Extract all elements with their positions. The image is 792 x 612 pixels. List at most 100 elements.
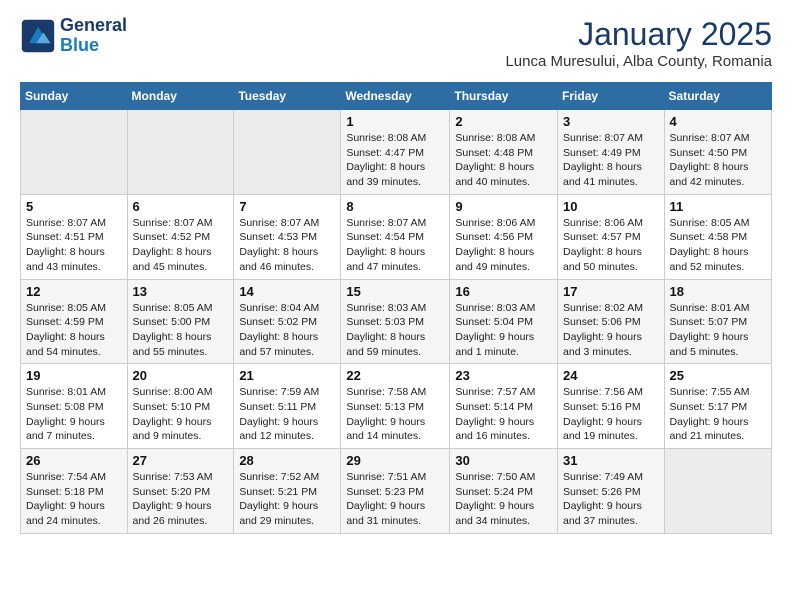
day-info: Sunrise: 8:05 AM Sunset: 4:59 PM Dayligh… [26, 301, 122, 360]
calendar-day-cell [234, 110, 341, 195]
calendar-day-cell: 26 Sunrise: 7:54 AM Sunset: 5:18 PM Dayli… [21, 449, 128, 534]
day-number: 25 [670, 368, 766, 383]
calendar-day-cell: 9Sunrise: 8:06 AM Sunset: 4:56 PM Daylig… [450, 194, 558, 279]
weekday-header-wednesday: Wednesday [341, 83, 450, 110]
day-info: Sunrise: 8:02 AM Sunset: 5:06 PM Dayligh… [563, 301, 659, 360]
day-info: Sunrise: 8:07 AM Sunset: 4:51 PM Dayligh… [26, 216, 122, 275]
day-info: Sunrise: 7:53 AM Sunset: 5:20 PM Dayligh… [133, 470, 229, 529]
calendar-day-cell: 7 Sunrise: 8:07 AM Sunset: 4:53 PM Daylig… [234, 194, 341, 279]
day-number: 2 [455, 114, 552, 129]
calendar-day-cell: 1 Sunrise: 8:08 AM Sunset: 4:47 PM Daylig… [341, 110, 450, 195]
day-number: 10 [563, 199, 659, 214]
calendar-day-cell: 27 Sunrise: 7:53 AM Sunset: 5:20 PM Dayli… [127, 449, 234, 534]
day-number: 13 [133, 284, 229, 299]
day-number: 16 [455, 284, 552, 299]
day-number: 17 [563, 284, 659, 299]
calendar-day-cell: 21 Sunrise: 7:59 AM Sunset: 5:11 PM Dayli… [234, 364, 341, 449]
weekday-header-monday: Monday [127, 83, 234, 110]
weekday-header-saturday: Saturday [664, 83, 771, 110]
day-info: Sunrise: 7:51 AM Sunset: 5:23 PM Dayligh… [346, 470, 444, 529]
weekday-header-thursday: Thursday [450, 83, 558, 110]
day-info: Sunrise: 8:07 AM Sunset: 4:49 PM Dayligh… [563, 131, 659, 190]
calendar-day-cell [21, 110, 128, 195]
day-number: 29 [346, 453, 444, 468]
day-number: 28 [239, 453, 335, 468]
day-info: Sunrise: 7:55 AM Sunset: 5:17 PM Dayligh… [670, 385, 766, 444]
day-info: Sunrise: 8:07 AM Sunset: 4:54 PM Dayligh… [346, 216, 444, 275]
day-info: Sunrise: 8:00 AM Sunset: 5:10 PM Dayligh… [133, 385, 229, 444]
calendar-week-row: 19Sunrise: 8:01 AM Sunset: 5:08 PM Dayli… [21, 364, 772, 449]
calendar-week-row: 26 Sunrise: 7:54 AM Sunset: 5:18 PM Dayli… [21, 449, 772, 534]
calendar-day-cell: 16 Sunrise: 8:03 AM Sunset: 5:04 PM Dayli… [450, 279, 558, 364]
calendar-day-cell: 17 Sunrise: 8:02 AM Sunset: 5:06 PM Dayli… [558, 279, 665, 364]
day-info: Sunrise: 7:58 AM Sunset: 5:13 PM Dayligh… [346, 385, 444, 444]
day-info: Sunrise: 7:56 AM Sunset: 5:16 PM Dayligh… [563, 385, 659, 444]
calendar-day-cell: 31 Sunrise: 7:49 AM Sunset: 5:26 PM Dayli… [558, 449, 665, 534]
calendar-day-cell: 10 Sunrise: 8:06 AM Sunset: 4:57 PM Dayli… [558, 194, 665, 279]
day-info: Sunrise: 8:08 AM Sunset: 4:48 PM Dayligh… [455, 131, 552, 190]
day-number: 4 [670, 114, 766, 129]
day-number: 14 [239, 284, 335, 299]
day-info: Sunrise: 7:54 AM Sunset: 5:18 PM Dayligh… [26, 470, 122, 529]
location-title: Lunca Muresului, Alba County, Romania [505, 53, 772, 70]
calendar-week-row: 1 Sunrise: 8:08 AM Sunset: 4:47 PM Daylig… [21, 110, 772, 195]
day-number: 20 [133, 368, 229, 383]
calendar-day-cell: 13 Sunrise: 8:05 AM Sunset: 5:00 PM Dayli… [127, 279, 234, 364]
day-info: Sunrise: 8:06 AM Sunset: 4:57 PM Dayligh… [563, 216, 659, 275]
day-number: 21 [239, 368, 335, 383]
day-number: 8 [346, 199, 444, 214]
calendar-day-cell: 29 Sunrise: 7:51 AM Sunset: 5:23 PM Dayli… [341, 449, 450, 534]
calendar-header-row: SundayMondayTuesdayWednesdayThursdayFrid… [21, 83, 772, 110]
day-info: Sunrise: 8:05 AM Sunset: 5:00 PM Dayligh… [133, 301, 229, 360]
day-info: Sunrise: 8:07 AM Sunset: 4:52 PM Dayligh… [133, 216, 229, 275]
day-number: 7 [239, 199, 335, 214]
calendar-day-cell: 3 Sunrise: 8:07 AM Sunset: 4:49 PM Daylig… [558, 110, 665, 195]
calendar-day-cell: 15Sunrise: 8:03 AM Sunset: 5:03 PM Dayli… [341, 279, 450, 364]
day-number: 30 [455, 453, 552, 468]
day-number: 15 [346, 284, 444, 299]
calendar-day-cell: 5 Sunrise: 8:07 AM Sunset: 4:51 PM Daylig… [21, 194, 128, 279]
day-info: Sunrise: 7:52 AM Sunset: 5:21 PM Dayligh… [239, 470, 335, 529]
day-number: 23 [455, 368, 552, 383]
calendar-day-cell: 18Sunrise: 8:01 AM Sunset: 5:07 PM Dayli… [664, 279, 771, 364]
day-number: 6 [133, 199, 229, 214]
day-number: 3 [563, 114, 659, 129]
day-number: 12 [26, 284, 122, 299]
day-info: Sunrise: 7:57 AM Sunset: 5:14 PM Dayligh… [455, 385, 552, 444]
calendar-day-cell: 28 Sunrise: 7:52 AM Sunset: 5:21 PM Dayli… [234, 449, 341, 534]
calendar-day-cell [664, 449, 771, 534]
calendar-week-row: 5 Sunrise: 8:07 AM Sunset: 4:51 PM Daylig… [21, 194, 772, 279]
calendar-day-cell: 24 Sunrise: 7:56 AM Sunset: 5:16 PM Dayli… [558, 364, 665, 449]
calendar-day-cell: 11Sunrise: 8:05 AM Sunset: 4:58 PM Dayli… [664, 194, 771, 279]
logo-icon [20, 18, 56, 54]
day-number: 1 [346, 114, 444, 129]
day-info: Sunrise: 8:04 AM Sunset: 5:02 PM Dayligh… [239, 301, 335, 360]
calendar-day-cell: 2 Sunrise: 8:08 AM Sunset: 4:48 PM Daylig… [450, 110, 558, 195]
day-number: 27 [133, 453, 229, 468]
weekday-header-sunday: Sunday [21, 83, 128, 110]
calendar-table: SundayMondayTuesdayWednesdayThursdayFrid… [20, 82, 772, 534]
calendar-day-cell: 19Sunrise: 8:01 AM Sunset: 5:08 PM Dayli… [21, 364, 128, 449]
calendar-day-cell: 8 Sunrise: 8:07 AM Sunset: 4:54 PM Daylig… [341, 194, 450, 279]
day-info: Sunrise: 8:07 AM Sunset: 4:53 PM Dayligh… [239, 216, 335, 275]
day-info: Sunrise: 8:07 AM Sunset: 4:50 PM Dayligh… [670, 131, 766, 190]
logo-text: General Blue [60, 16, 127, 56]
calendar-day-cell: 14 Sunrise: 8:04 AM Sunset: 5:02 PM Dayli… [234, 279, 341, 364]
day-info: Sunrise: 7:59 AM Sunset: 5:11 PM Dayligh… [239, 385, 335, 444]
weekday-header-tuesday: Tuesday [234, 83, 341, 110]
calendar-day-cell: 25 Sunrise: 7:55 AM Sunset: 5:17 PM Dayli… [664, 364, 771, 449]
day-info: Sunrise: 8:05 AM Sunset: 4:58 PM Dayligh… [670, 216, 766, 275]
day-number: 5 [26, 199, 122, 214]
day-info: Sunrise: 8:03 AM Sunset: 5:04 PM Dayligh… [455, 301, 552, 360]
day-info: Sunrise: 8:08 AM Sunset: 4:47 PM Dayligh… [346, 131, 444, 190]
day-number: 31 [563, 453, 659, 468]
day-info: Sunrise: 7:49 AM Sunset: 5:26 PM Dayligh… [563, 470, 659, 529]
header: General Blue January 2025 Lunca Muresulu… [20, 16, 772, 70]
calendar-day-cell: 6 Sunrise: 8:07 AM Sunset: 4:52 PM Daylig… [127, 194, 234, 279]
calendar-day-cell: 12 Sunrise: 8:05 AM Sunset: 4:59 PM Dayli… [21, 279, 128, 364]
calendar-day-cell: 4 Sunrise: 8:07 AM Sunset: 4:50 PM Daylig… [664, 110, 771, 195]
day-info: Sunrise: 8:01 AM Sunset: 5:07 PM Dayligh… [670, 301, 766, 360]
day-number: 24 [563, 368, 659, 383]
day-number: 26 [26, 453, 122, 468]
page-container: General Blue January 2025 Lunca Muresulu… [0, 0, 792, 550]
